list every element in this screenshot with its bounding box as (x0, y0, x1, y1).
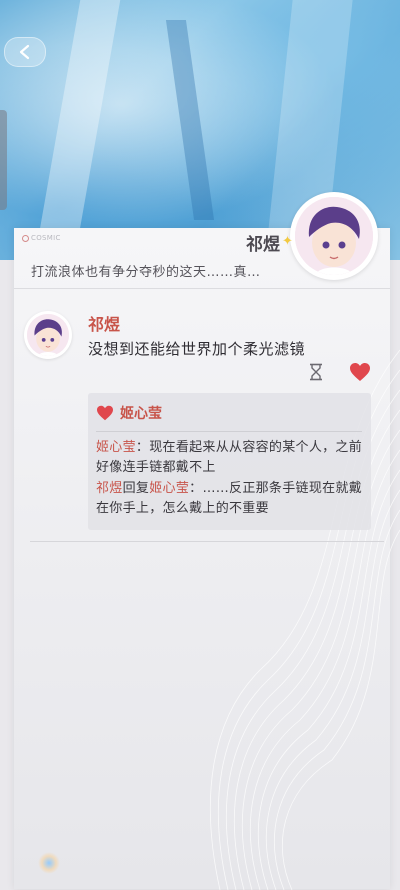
likes-divider (96, 431, 362, 432)
comment-separator: ： (135, 440, 150, 455)
liker-name[interactable]: 姬心莹 (120, 403, 162, 423)
likes-row: 姬心莹 (96, 403, 162, 423)
reply-word: 回复 (122, 481, 150, 496)
reply-target[interactable]: 姬心莹 (149, 481, 189, 496)
sparkle-icon: ✦ (282, 234, 293, 249)
comment-author[interactable]: 姬心莹 (96, 440, 136, 455)
contact-avatar-large[interactable] (290, 192, 378, 280)
header-divider (14, 288, 390, 289)
heart-icon (350, 363, 370, 381)
comment-separator: ： (189, 481, 203, 496)
chevron-left-icon (19, 44, 30, 60)
app-logo: COSMIC (22, 234, 61, 242)
header-preview-text: 打流浪体也有争分夺秒的这天……真… (31, 265, 261, 280)
hourglass-button[interactable] (308, 363, 324, 381)
like-button[interactable] (349, 362, 371, 382)
comment-author[interactable]: 祁煜 (96, 481, 123, 496)
avatar-portrait-small (27, 314, 69, 356)
post-text: 没想到还能给世界加个柔光滤镜 (88, 340, 306, 358)
hourglass-icon (310, 363, 322, 381)
heart-icon (97, 405, 113, 421)
header-contact-name: 祁煜 (246, 235, 280, 255)
interaction-box: 姬心莹 姬心莹：现在看起来从从容容的某个人，之前好像连手链都戴不上 祁煜回复姬心… (88, 393, 371, 530)
comment-item[interactable]: 姬心莹：现在看起来从从容容的某个人，之前好像连手链都戴不上 (96, 438, 364, 478)
light-flare (38, 852, 60, 874)
comment-item[interactable]: 祁煜回复姬心莹：……反正那条手链现在就戴在你手上，怎么戴上的不重要 (96, 479, 364, 519)
back-button[interactable] (4, 37, 46, 67)
edge-handle[interactable] (0, 110, 7, 210)
avatar-portrait (295, 197, 373, 275)
post-divider (30, 541, 384, 542)
post-author-avatar[interactable] (24, 311, 72, 359)
post-author-name[interactable]: 祁煜 (88, 311, 120, 335)
